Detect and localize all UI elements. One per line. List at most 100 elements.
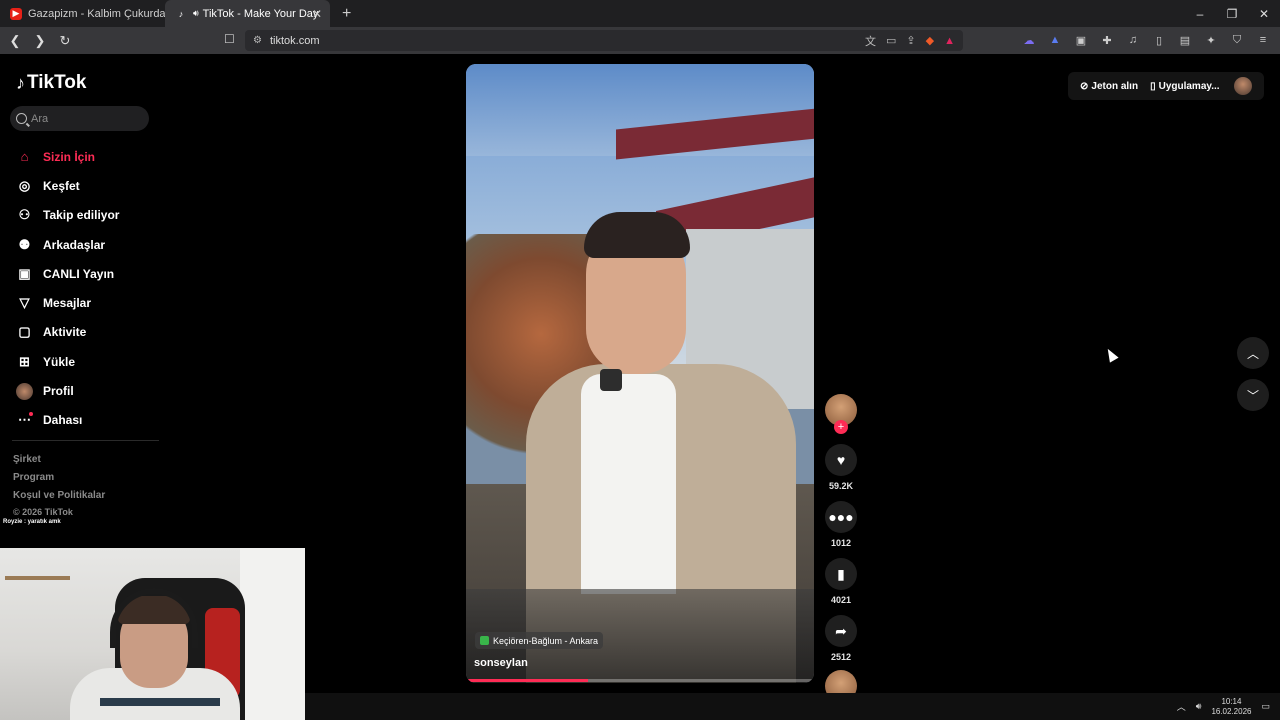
close-window-button[interactable]: ✕ bbox=[1248, 0, 1280, 27]
puzzle-icon[interactable]: ✚ bbox=[1098, 31, 1116, 49]
forward-button[interactable]: ❯ bbox=[30, 31, 50, 51]
sidebar-nav: ⌂ Sizin İçin ◎ Keşfet ⚇ Takip ediliyor ⚉… bbox=[0, 142, 165, 435]
vpn-icon[interactable]: ⛉ bbox=[1228, 31, 1246, 49]
sidebar-item-activity[interactable]: ▢ Aktivite bbox=[0, 318, 165, 347]
extension-icon[interactable]: ☁ bbox=[1020, 31, 1038, 49]
footer-link-program[interactable]: Program bbox=[13, 472, 105, 490]
sidebar-item-live[interactable]: ▣ CANLI Yayın bbox=[0, 259, 165, 288]
footer-link-terms[interactable]: Koşul ve Politikalar bbox=[13, 490, 105, 508]
system-tray: ︿ 🔊︎ 10:14 16.02.2026 ▭ bbox=[1177, 693, 1270, 720]
tray-overflow-icon[interactable]: ︿ bbox=[1177, 700, 1186, 713]
clock-date: 16.02.2026 bbox=[1211, 706, 1252, 716]
follow-plus-icon[interactable]: + bbox=[834, 420, 848, 434]
sidebar-divider bbox=[12, 440, 159, 441]
sidebar-item-label: Sizin İçin bbox=[43, 149, 96, 164]
activity-icon: ▢ bbox=[18, 324, 31, 340]
browser-tab-active[interactable]: ♪ 🔊︎ TikTok - Make Your Day ✕ bbox=[165, 0, 330, 27]
stream-chat-line: Royzie : yaratık amk bbox=[3, 519, 61, 525]
extension-icon[interactable]: ▲ bbox=[1046, 31, 1064, 49]
browser-toolbar: ❮ ❯ ↻ ☐ ⚙ tiktok.com 文 ▭ ⇪ ◆ ▲ ☁ ▲ ▣ ✚ ♫… bbox=[0, 27, 1280, 54]
get-app-button[interactable]: ▯ Uygulamay... bbox=[1150, 81, 1219, 92]
video-progress-fill bbox=[466, 679, 588, 682]
new-tab-button[interactable]: + bbox=[342, 5, 351, 23]
browser-tabbar: ▶ Gazapizm - Kalbim Çukurda ft. Ca ♪ 🔊︎ … bbox=[0, 0, 1280, 27]
video-microphone bbox=[600, 369, 622, 391]
following-icon: ⚇ bbox=[18, 207, 31, 223]
video-player[interactable]: Keçiören-Bağlum - Ankara sonseylan bbox=[466, 64, 814, 683]
leo-icon[interactable]: ✦ bbox=[1202, 31, 1220, 49]
next-video-button[interactable]: ﹀ bbox=[1237, 379, 1269, 411]
shirt-stripe bbox=[100, 698, 220, 706]
restore-button[interactable]: ❐ bbox=[1216, 0, 1248, 27]
share-arrow-icon[interactable]: ➦ bbox=[825, 615, 857, 647]
video-progress-bar[interactable] bbox=[466, 679, 814, 682]
address-bar[interactable]: ⚙ tiktok.com 文 ▭ ⇪ ◆ ▲ bbox=[245, 30, 963, 51]
tab-title: TikTok - Make Your Day bbox=[202, 7, 319, 20]
message-icon: ▽ bbox=[19, 295, 30, 311]
friends-icon: ⚉ bbox=[18, 236, 31, 252]
get-coins-button[interactable]: ⊘ Jeton alın bbox=[1080, 81, 1138, 92]
url-text: tiktok.com bbox=[269, 34, 320, 47]
clock[interactable]: 10:14 16.02.2026 bbox=[1211, 697, 1251, 717]
location-tag[interactable]: Keçiören-Bağlum - Ankara bbox=[475, 632, 604, 649]
sidebar-item-label: Takip ediliyor bbox=[43, 208, 120, 223]
footer-link-company[interactable]: Şirket bbox=[13, 454, 105, 472]
youtube-icon: ▶ bbox=[10, 7, 22, 20]
mouse-cursor bbox=[1103, 346, 1119, 363]
back-button[interactable]: ❮ bbox=[5, 31, 25, 51]
location-pin-icon bbox=[480, 636, 489, 645]
bookmark-action: ▮ 4021 bbox=[823, 558, 859, 605]
sidebar-toggle-icon[interactable]: ▯ bbox=[1150, 31, 1168, 49]
share-action: ➦ 2512 bbox=[823, 615, 859, 662]
get-coins-label: Jeton alın bbox=[1091, 80, 1139, 92]
search-input[interactable]: Ara bbox=[10, 106, 149, 131]
sidebar-item-for-you[interactable]: ⌂ Sizin İçin bbox=[0, 142, 165, 171]
brave-shield-icon[interactable]: ◆ bbox=[926, 34, 934, 47]
creator-avatar[interactable]: + bbox=[825, 394, 857, 434]
minimize-button[interactable]: – bbox=[1184, 0, 1216, 27]
sidebar-item-more[interactable]: ⋯ Dahası bbox=[0, 406, 165, 435]
previous-video-button[interactable]: ︿ bbox=[1237, 337, 1269, 369]
window-controls: – ❐ ✕ bbox=[1184, 0, 1280, 27]
volume-icon[interactable]: 🔊︎ bbox=[1196, 701, 1202, 712]
taskbar: ︿ 🔊︎ 10:14 16.02.2026 ▭ bbox=[305, 693, 1280, 720]
sidebar-item-label: Mesajlar bbox=[43, 296, 92, 311]
sidebar-item-following[interactable]: ⚇ Takip ediliyor bbox=[0, 201, 165, 230]
sidebar-item-friends[interactable]: ⚉ Arkadaşlar bbox=[0, 230, 165, 259]
comment-action: ●●● 1012 bbox=[823, 501, 859, 548]
user-avatar[interactable] bbox=[1234, 77, 1252, 95]
menu-icon[interactable]: ≡ bbox=[1254, 31, 1272, 49]
cast-icon[interactable]: ▭ bbox=[886, 34, 896, 47]
sidebar-item-messages[interactable]: ▽ Mesajlar bbox=[0, 288, 165, 317]
sidebar-item-upload[interactable]: ⊞ Yükle bbox=[0, 347, 165, 376]
tiktok-logo[interactable]: ♪ TikTok bbox=[16, 72, 86, 94]
chevron-down-icon: ﹀ bbox=[1246, 388, 1259, 403]
heart-icon[interactable]: ♥ bbox=[825, 444, 857, 476]
wallet-icon[interactable]: ▤ bbox=[1176, 31, 1194, 49]
home-icon: ⌂ bbox=[20, 149, 29, 165]
more-icon: ⋯ bbox=[18, 411, 33, 428]
tiktok-note-icon: ♪ bbox=[16, 72, 25, 93]
chevron-up-icon: ︿ bbox=[1246, 346, 1259, 361]
notification-icon[interactable]: ▭ bbox=[1261, 701, 1270, 712]
bookmark-icon[interactable]: ▮ bbox=[825, 558, 857, 590]
clock-time: 10:14 bbox=[1221, 696, 1242, 706]
brave-rewards-icon[interactable]: ▲ bbox=[944, 35, 955, 47]
video-username[interactable]: sonseylan bbox=[474, 657, 528, 669]
search-placeholder: Ara bbox=[31, 112, 49, 125]
comment-count: 1012 bbox=[830, 538, 852, 548]
sidebar-item-profile[interactable]: Profil bbox=[0, 376, 165, 405]
sidebar-item-explore[interactable]: ◎ Keşfet bbox=[0, 171, 165, 200]
media-icon[interactable]: ♫ bbox=[1124, 31, 1142, 49]
extension-icon[interactable]: ▣ bbox=[1072, 31, 1090, 49]
bookmark-icon[interactable]: ☐ bbox=[224, 32, 235, 46]
share-icon[interactable]: ⇪ bbox=[906, 34, 915, 47]
translate-icon[interactable]: 文 bbox=[865, 33, 876, 49]
reload-button[interactable]: ↻ bbox=[55, 31, 75, 51]
close-tab-icon[interactable]: ✕ bbox=[312, 7, 322, 21]
browser-tab[interactable]: ▶ Gazapizm - Kalbim Çukurda ft. Ca bbox=[0, 0, 165, 27]
shelf bbox=[5, 576, 70, 580]
comment-icon[interactable]: ●●● bbox=[825, 501, 857, 533]
site-info-icon[interactable]: ⚙ bbox=[253, 35, 262, 46]
get-app-label: Uygulamay... bbox=[1158, 80, 1220, 92]
